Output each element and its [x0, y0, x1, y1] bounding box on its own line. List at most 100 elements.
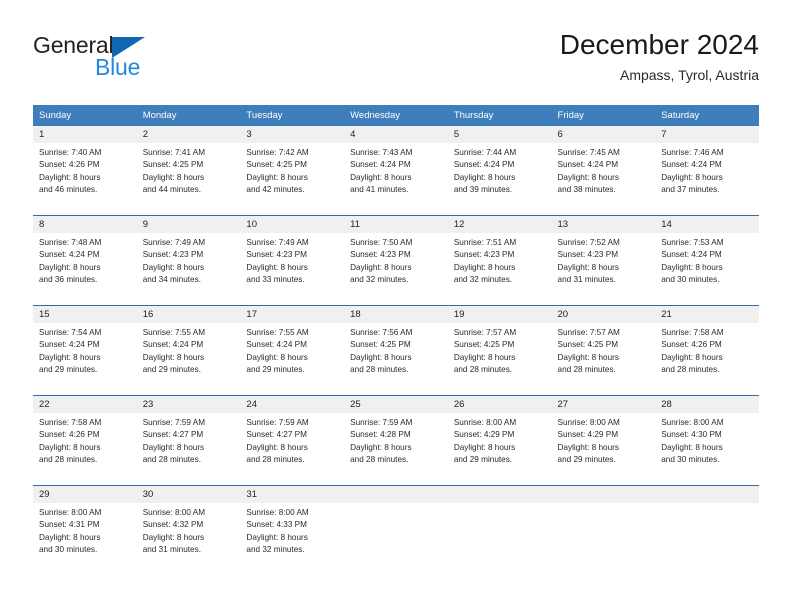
- day-cell-inner: 19 Sunrise: 7:57 AM Sunset: 4:25 PM Dayligh…: [447, 306, 552, 395]
- day-cell-inner: 2 Sunrise: 7:41 AM Sunset: 4:25 PM Daylight…: [136, 126, 241, 215]
- daylight-text-line1: Daylight: 8 hours: [453, 172, 516, 182]
- day-details: Sunrise: 7:52 AM Sunset: 4:23 PM Daylight:…: [552, 233, 656, 287]
- calendar-day-cell[interactable]: 10 Sunrise: 7:49 AM Sunset: 4:23 PM Dayligh…: [240, 215, 345, 306]
- calendar-day-cell[interactable]: 14 Sunrise: 7:53 AM Sunset: 4:24 PM Dayligh…: [655, 215, 759, 306]
- day-cell-inner: 10 Sunrise: 7:49 AM Sunset: 4:23 PM Dayligh…: [240, 216, 345, 305]
- day-cell-inner: 21 Sunrise: 7:58 AM Sunset: 4:26 PM Dayligh…: [655, 306, 759, 395]
- calendar-day-cell[interactable]: 20 Sunrise: 7:57 AM Sunset: 4:25 PM Dayligh…: [551, 305, 656, 396]
- calendar-day-cell[interactable]: 5 Sunrise: 7:44 AM Sunset: 4:24 PM Daylight…: [447, 126, 552, 216]
- sunrise-text: Sunrise: 7:55 AM: [246, 328, 309, 337]
- sunset-text: Sunset: 4:23 PM: [246, 250, 307, 260]
- day-number: 9: [136, 216, 241, 233]
- calendar-day-cell[interactable]: 18 Sunrise: 7:56 AM Sunset: 4:25 PM Dayligh…: [344, 305, 448, 396]
- day-cell-inner: 9 Sunrise: 7:49 AM Sunset: 4:23 PM Daylight…: [136, 216, 241, 305]
- calendar-day-cell[interactable]: 16 Sunrise: 7:55 AM Sunset: 4:24 PM Dayligh…: [136, 305, 241, 396]
- sunset-text: Sunset: 4:23 PM: [557, 250, 619, 260]
- calendar-day-cell[interactable]: 25 Sunrise: 7:59 AM Sunset: 4:28 PM Dayligh…: [344, 395, 448, 486]
- calendar-day-cell[interactable]: 26 Sunrise: 8:00 AM Sunset: 4:29 PM Dayligh…: [447, 395, 552, 486]
- daylight-text-line2: and 42 minutes.: [246, 185, 305, 195]
- calendar-day-cell[interactable]: 3 Sunrise: 7:42 AM Sunset: 4:25 PM Daylight…: [240, 126, 345, 216]
- day-cell-inner: 25 Sunrise: 7:59 AM Sunset: 4:28 PM Dayligh…: [344, 396, 448, 485]
- calendar-day-cell[interactable]: [447, 485, 552, 575]
- day-number: 29: [33, 486, 137, 503]
- calendar-day-cell[interactable]: 7 Sunrise: 7:46 AM Sunset: 4:24 PM Daylight…: [655, 126, 759, 216]
- logo-row-bottom: Blue: [33, 55, 263, 79]
- daylight-text-line2: and 28 minutes.: [142, 455, 201, 465]
- day-details: Sunrise: 7:57 AM Sunset: 4:25 PM Daylight:…: [448, 323, 552, 377]
- day-number: 15: [33, 306, 137, 323]
- calendar-day-cell[interactable]: 29 Sunrise: 8:00 AM Sunset: 4:31 PM Dayligh…: [33, 485, 137, 575]
- daylight-text-line1: Daylight: 8 hours: [661, 172, 723, 182]
- sunset-text: Sunset: 4:23 PM: [350, 250, 411, 260]
- sunrise-text: Sunrise: 7:49 AM: [246, 238, 309, 247]
- day-cell-inner: 13 Sunrise: 7:52 AM Sunset: 4:23 PM Dayligh…: [551, 216, 656, 305]
- calendar-day-cell[interactable]: 27 Sunrise: 8:00 AM Sunset: 4:29 PM Dayligh…: [551, 395, 656, 486]
- sunset-text: Sunset: 4:24 PM: [39, 340, 100, 350]
- daylight-text-line1: Daylight: 8 hours: [142, 172, 205, 182]
- calendar-day-cell[interactable]: 12 Sunrise: 7:51 AM Sunset: 4:23 PM Dayligh…: [447, 215, 552, 306]
- daylight-text-line1: Daylight: 8 hours: [142, 352, 205, 362]
- calendar-day-cell[interactable]: 8 Sunrise: 7:48 AM Sunset: 4:24 PM Daylight…: [33, 215, 137, 306]
- sunset-text: Sunset: 4:31 PM: [39, 520, 100, 530]
- calendar-day-cell[interactable]: 2 Sunrise: 7:41 AM Sunset: 4:25 PM Daylight…: [136, 126, 241, 216]
- weekday-header-sunday: Sunday: [33, 105, 137, 126]
- weekday-header-monday: Monday: [136, 105, 241, 126]
- day-details: Sunrise: 8:00 AM Sunset: 4:33 PM Daylight:…: [240, 503, 344, 557]
- day-details: Sunrise: 7:48 AM Sunset: 4:24 PM Daylight:…: [33, 233, 137, 287]
- calendar-day-cell[interactable]: 1 Sunrise: 7:40 AM Sunset: 4:26 PM Daylight…: [33, 126, 137, 216]
- calendar-day-cell[interactable]: [344, 485, 448, 575]
- day-cell-inner: 31 Sunrise: 8:00 AM Sunset: 4:33 PM Dayligh…: [240, 486, 345, 575]
- calendar-day-cell[interactable]: 19 Sunrise: 7:57 AM Sunset: 4:25 PM Dayligh…: [447, 305, 552, 396]
- day-cell-inner: 3 Sunrise: 7:42 AM Sunset: 4:25 PM Daylight…: [240, 126, 345, 215]
- calendar-day-cell[interactable]: 31 Sunrise: 8:00 AM Sunset: 4:33 PM Dayligh…: [240, 485, 345, 575]
- calendar-day-cell[interactable]: 13 Sunrise: 7:52 AM Sunset: 4:23 PM Dayligh…: [551, 215, 656, 306]
- daylight-text-line2: and 28 minutes.: [350, 365, 409, 375]
- day-number: 31: [240, 486, 345, 503]
- sunrise-text: Sunrise: 8:00 AM: [557, 418, 620, 427]
- day-details: Sunrise: 7:51 AM Sunset: 4:23 PM Daylight:…: [448, 233, 552, 287]
- calendar-week-row: 22 Sunrise: 7:58 AM Sunset: 4:26 PM Dayligh…: [33, 395, 759, 486]
- calendar-week-row: 15 Sunrise: 7:54 AM Sunset: 4:24 PM Dayligh…: [33, 305, 759, 396]
- daylight-text-line2: and 31 minutes.: [142, 545, 201, 555]
- calendar-day-cell[interactable]: 28 Sunrise: 8:00 AM Sunset: 4:30 PM Dayligh…: [655, 395, 759, 486]
- calendar-day-cell[interactable]: 17 Sunrise: 7:55 AM Sunset: 4:24 PM Dayligh…: [240, 305, 345, 396]
- daylight-text-line2: and 31 minutes.: [557, 275, 616, 285]
- sunrise-text: Sunrise: 7:49 AM: [142, 238, 206, 247]
- sunrise-text: Sunrise: 7:40 AM: [39, 148, 102, 157]
- calendar-day-cell[interactable]: 21 Sunrise: 7:58 AM Sunset: 4:26 PM Dayligh…: [655, 305, 759, 396]
- daylight-text-line2: and 32 minutes.: [246, 545, 305, 555]
- day-details: [655, 503, 759, 507]
- daylight-text-line2: and 28 minutes.: [350, 455, 409, 465]
- daylight-text-line2: and 36 minutes.: [39, 275, 98, 285]
- sunset-text: Sunset: 4:28 PM: [350, 430, 411, 440]
- general-blue-logo[interactable]: General Blue: [33, 32, 263, 84]
- daylight-text-line2: and 34 minutes.: [142, 275, 201, 285]
- sunset-text: Sunset: 4:24 PM: [246, 340, 307, 350]
- day-number: 23: [136, 396, 241, 413]
- calendar-day-cell[interactable]: 23 Sunrise: 7:59 AM Sunset: 4:27 PM Dayligh…: [136, 395, 241, 486]
- calendar-day-cell[interactable]: 9 Sunrise: 7:49 AM Sunset: 4:23 PM Daylight…: [136, 215, 241, 306]
- sunrise-text: Sunrise: 7:45 AM: [557, 148, 620, 157]
- calendar-day-cell[interactable]: 6 Sunrise: 7:45 AM Sunset: 4:24 PM Daylight…: [551, 126, 656, 216]
- calendar-day-cell[interactable]: 15 Sunrise: 7:54 AM Sunset: 4:24 PM Dayligh…: [33, 305, 137, 396]
- weekday-header-tuesday: Tuesday: [240, 105, 345, 126]
- calendar-day-cell[interactable]: 4 Sunrise: 7:43 AM Sunset: 4:24 PM Daylight…: [344, 126, 448, 216]
- day-number: 21: [655, 306, 759, 323]
- daylight-text-line1: Daylight: 8 hours: [142, 262, 205, 272]
- day-details: Sunrise: 7:50 AM Sunset: 4:23 PM Daylight:…: [344, 233, 448, 287]
- calendar-day-cell[interactable]: [551, 485, 656, 575]
- sunrise-text: Sunrise: 7:59 AM: [350, 418, 413, 427]
- daylight-text-line1: Daylight: 8 hours: [557, 352, 619, 362]
- daylight-text-line1: Daylight: 8 hours: [557, 262, 619, 272]
- calendar-day-cell[interactable]: 11 Sunrise: 7:50 AM Sunset: 4:23 PM Dayligh…: [344, 215, 448, 306]
- calendar-day-cell[interactable]: 22 Sunrise: 7:58 AM Sunset: 4:26 PM Dayligh…: [33, 395, 137, 486]
- calendar-day-cell[interactable]: 30 Sunrise: 8:00 AM Sunset: 4:32 PM Dayligh…: [136, 485, 241, 575]
- day-details: Sunrise: 7:58 AM Sunset: 4:26 PM Daylight:…: [33, 413, 137, 467]
- day-number: [447, 486, 552, 503]
- day-cell-inner: 16 Sunrise: 7:55 AM Sunset: 4:24 PM Dayligh…: [136, 306, 241, 395]
- day-cell-inner: [344, 486, 448, 575]
- calendar-day-cell[interactable]: 24 Sunrise: 7:59 AM Sunset: 4:27 PM Dayligh…: [240, 395, 345, 486]
- daylight-text-line1: Daylight: 8 hours: [39, 172, 101, 182]
- day-details: Sunrise: 7:41 AM Sunset: 4:25 PM Daylight:…: [137, 143, 241, 197]
- calendar-day-cell[interactable]: [655, 485, 759, 575]
